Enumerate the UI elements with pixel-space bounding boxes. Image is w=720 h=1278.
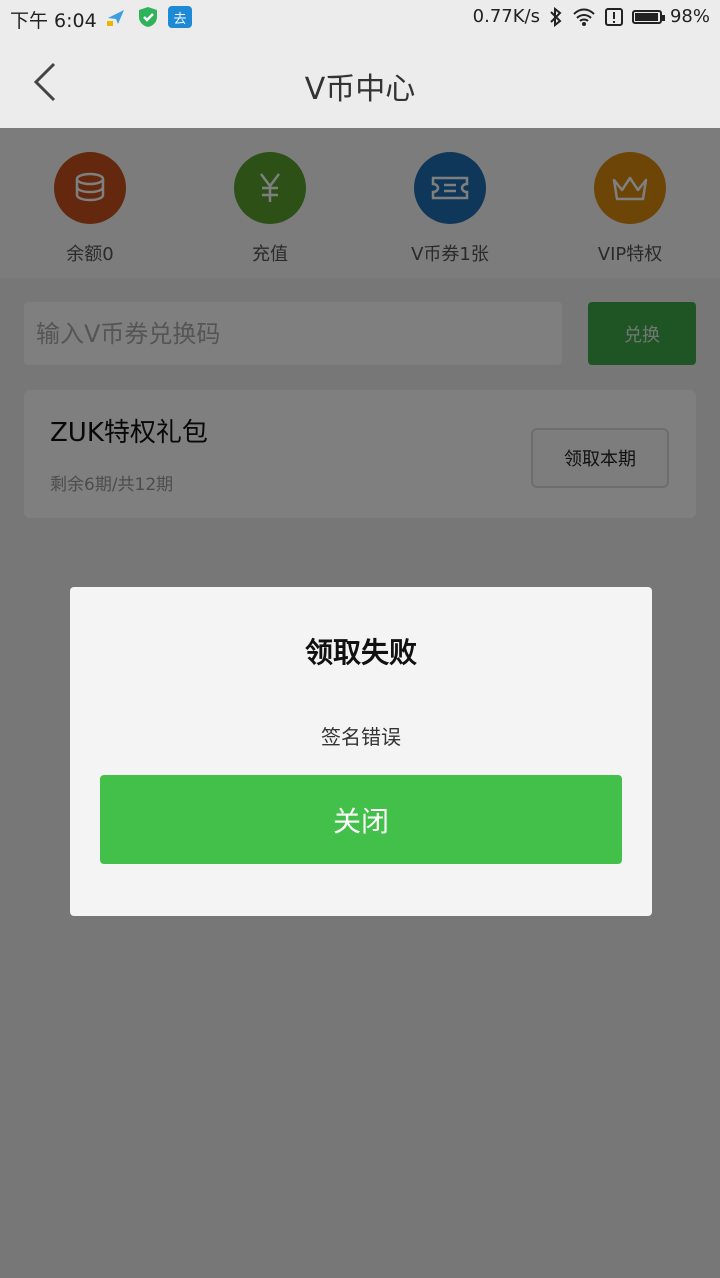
wifi-icon bbox=[573, 8, 595, 26]
battery-icon bbox=[631, 9, 665, 24]
battery-percent: 98% bbox=[669, 6, 710, 27]
alert-icon bbox=[604, 7, 623, 26]
shield-check-icon bbox=[136, 6, 160, 28]
error-dialog: 领取失败 签名错误 关闭 bbox=[70, 587, 652, 916]
nav-bar: V币中心 bbox=[0, 36, 720, 128]
dialog-title: 领取失败 bbox=[304, 636, 417, 669]
status-bar: 下午 6:04 去 0.77K/s 98% bbox=[0, 0, 720, 36]
network-speed: 0.77K/s bbox=[472, 6, 540, 27]
dialog-message: 签名错误 bbox=[321, 725, 401, 749]
status-time: 下午 6:04 bbox=[10, 10, 97, 32]
close-button[interactable]: 关闭 bbox=[100, 775, 622, 864]
status-right: 0.77K/s 98% bbox=[473, 6, 710, 27]
bluetooth-icon bbox=[550, 6, 562, 27]
plane-ticket-app-icon bbox=[104, 6, 128, 28]
page-title: V币中心 bbox=[304, 72, 416, 107]
go-app-icon: 去 bbox=[168, 6, 192, 28]
notification-icons: 去 bbox=[104, 6, 192, 28]
